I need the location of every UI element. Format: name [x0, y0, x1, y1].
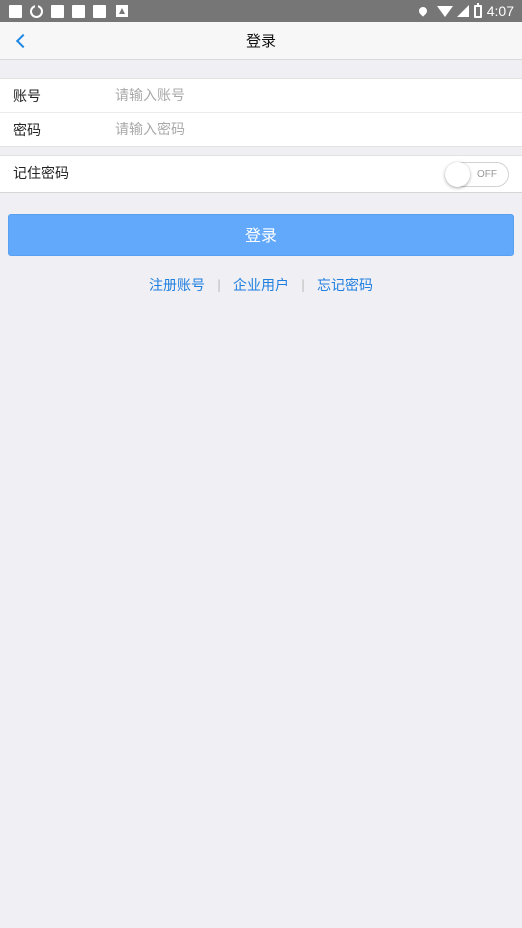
password-input[interactable] [113, 113, 503, 146]
toggle-knob [445, 162, 470, 187]
link-separator: | [216, 278, 221, 292]
location-icon [417, 5, 429, 17]
password-row: 密码 [0, 113, 522, 147]
password-label: 密码 [13, 123, 41, 139]
signal-icon [456, 5, 469, 17]
nav-bar: 登录 [0, 22, 522, 60]
remember-password-row: 记住密码 OFF [0, 155, 522, 193]
login-button[interactable]: 登录 [8, 214, 514, 256]
login-form: 账号 密码 [0, 78, 522, 147]
register-link[interactable]: 注册账号 [149, 275, 205, 295]
account-label: 账号 [13, 88, 41, 105]
remember-password-label: 记住密码 [13, 166, 69, 182]
battery-icon [473, 2, 482, 18]
enterprise-user-link[interactable]: 企业用户 [233, 275, 289, 295]
notification-icon [93, 4, 106, 18]
auth-links: 注册账号 | 企业用户 | 忘记密码 [0, 274, 522, 296]
notification-icon [72, 4, 85, 18]
account-row: 账号 [0, 79, 522, 113]
toggle-state-text: OFF [477, 169, 497, 180]
warning-icon [116, 5, 128, 17]
notification-icon [51, 4, 64, 18]
account-input[interactable] [113, 79, 503, 112]
wifi-icon [436, 5, 453, 17]
link-separator: | [301, 278, 306, 292]
status-bar: 4:07 [0, 0, 522, 22]
system-icons: 4:07 [417, 0, 514, 22]
notification-icon [9, 4, 22, 18]
forgot-password-link[interactable]: 忘记密码 [317, 275, 373, 295]
page-title: 登录 [245, 32, 276, 50]
remember-password-toggle[interactable]: OFF [445, 162, 509, 187]
notification-icons [9, 3, 128, 18]
status-time: 4:07 [486, 3, 514, 19]
power-icon [30, 3, 43, 18]
